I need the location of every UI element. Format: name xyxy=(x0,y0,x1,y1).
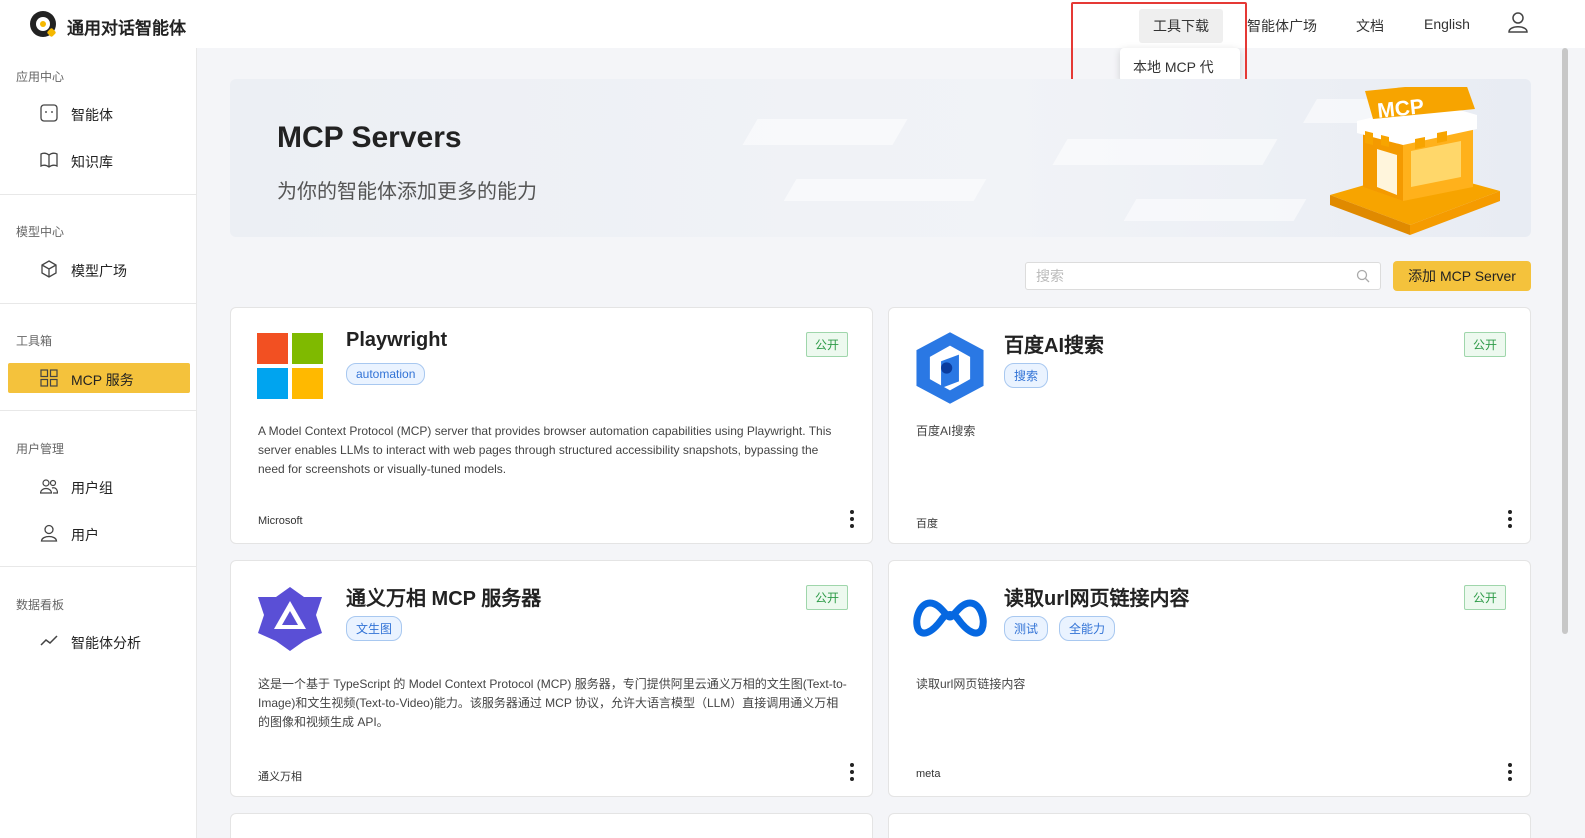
mcp-server-card[interactable]: 通义万相 MCP 服务器 文生图 公开 这是一个基于 TypeScript 的 … xyxy=(230,560,873,797)
card-description: 百度AI搜索 xyxy=(916,424,976,438)
illustration-text: MCP xyxy=(1376,95,1425,123)
nav-agent-square[interactable]: 智能体广场 xyxy=(1233,9,1331,43)
mcp-store-illustration-icon: MCP xyxy=(1330,87,1500,235)
visibility-badge: 公开 xyxy=(1463,332,1506,357)
card-owner: meta xyxy=(916,768,941,780)
mcp-server-card[interactable]: 百度AI搜索 搜索 公开 百度AI搜索 百度 xyxy=(888,307,1531,544)
top-header: 通用对话智能体 工具下载 智能体广场 文档 English xyxy=(0,0,1585,48)
sidebar-item-label: MCP 服务 xyxy=(71,372,134,388)
sidebar-divider xyxy=(0,566,197,567)
nav-docs[interactable]: 文档 xyxy=(1342,9,1398,43)
sidebar-item-label: 用户 xyxy=(71,527,99,543)
sidebar: 应用中心 智能体 知识库 模型中心 模型广场 工具箱 MCP 服务 用户管理 用… xyxy=(0,48,197,838)
users-icon xyxy=(40,479,58,494)
grid-icon xyxy=(40,369,58,387)
banner-decoration xyxy=(1123,199,1307,221)
sidebar-divider xyxy=(0,194,197,195)
banner-decoration xyxy=(783,179,987,201)
card-owner: Microsoft xyxy=(258,515,303,527)
visibility-badge: 公开 xyxy=(805,585,848,610)
card-title: 百度AI搜索 xyxy=(1004,335,1104,357)
sidebar-item-label: 智能体分析 xyxy=(71,635,141,651)
user-icon xyxy=(40,524,58,542)
more-options-icon[interactable] xyxy=(844,762,860,782)
banner-decoration xyxy=(1052,139,1278,165)
scrollbar[interactable] xyxy=(1562,48,1568,634)
sidebar-item-label: 智能体 xyxy=(71,107,113,123)
banner-subtitle: 为你的智能体添加更多的能力 xyxy=(277,181,537,203)
card-tag: 全能力 xyxy=(1059,616,1116,641)
sidebar-item-label: 知识库 xyxy=(71,154,113,170)
section-title-data-dashboard: 数据看板 xyxy=(16,598,65,612)
section-title-model-center: 模型中心 xyxy=(16,225,65,239)
section-title-user-management: 用户管理 xyxy=(16,442,65,456)
card-title: 通义万相 MCP 服务器 xyxy=(346,588,542,610)
mcp-server-card[interactable] xyxy=(888,813,1531,838)
card-title: 读取url网页链接内容 xyxy=(1004,588,1190,610)
mcp-server-card[interactable]: 读取url网页链接内容 测试 全能力 公开 读取url网页链接内容 meta xyxy=(888,560,1531,797)
sidebar-divider xyxy=(0,410,197,411)
sidebar-item-model-square[interactable]: 模型广场 xyxy=(8,254,190,284)
mcp-server-card[interactable]: Playwright automation 公开 A Model Context… xyxy=(230,307,873,544)
card-tag: 搜索 xyxy=(1004,363,1049,388)
sidebar-divider xyxy=(0,303,197,304)
sidebar-item-mcp-service[interactable]: MCP 服务 xyxy=(8,363,190,393)
add-mcp-server-button[interactable]: 添加 MCP Server xyxy=(1393,261,1531,291)
sidebar-item-knowledge-base[interactable]: 知识库 xyxy=(8,145,190,175)
tongyi-logo-icon xyxy=(258,587,322,651)
more-options-icon[interactable] xyxy=(1502,509,1518,529)
card-description: 读取url网页链接内容 xyxy=(916,677,1026,691)
search-box[interactable] xyxy=(1025,262,1381,290)
visibility-badge: 公开 xyxy=(1463,585,1506,610)
banner-title: MCP Servers xyxy=(277,121,462,154)
meta-logo-icon xyxy=(913,599,987,637)
card-tag: automation xyxy=(346,363,426,385)
sidebar-item-users[interactable]: 用户 xyxy=(8,518,190,548)
nav-language[interactable]: English xyxy=(1410,9,1484,39)
mcp-server-card[interactable] xyxy=(230,813,873,838)
hero-banner: MCP Servers 为你的智能体添加更多的能力 MCP xyxy=(230,79,1531,237)
card-owner: 通义万相 xyxy=(258,771,302,783)
visibility-badge: 公开 xyxy=(805,332,848,357)
sidebar-item-agent-analytics[interactable]: 智能体分析 xyxy=(8,626,190,656)
search-input[interactable] xyxy=(1026,263,1326,289)
sidebar-item-label: 模型广场 xyxy=(71,263,127,279)
book-icon xyxy=(40,152,58,168)
more-options-icon[interactable] xyxy=(1502,762,1518,782)
sidebar-item-user-groups[interactable]: 用户组 xyxy=(8,471,190,501)
agent-icon xyxy=(40,104,58,122)
banner-decoration xyxy=(742,119,908,145)
card-description: A Model Context Protocol (MCP) server th… xyxy=(258,424,832,476)
card-tag: 测试 xyxy=(1004,616,1049,641)
section-title-toolbox: 工具箱 xyxy=(16,334,53,348)
sidebar-item-agents[interactable]: 智能体 xyxy=(8,98,190,128)
chart-line-icon xyxy=(40,635,58,646)
cube-icon xyxy=(41,260,57,278)
microsoft-logo-icon xyxy=(257,333,323,399)
section-title-app-center: 应用中心 xyxy=(16,70,65,84)
sidebar-item-label: 用户组 xyxy=(71,480,113,496)
search-icon[interactable] xyxy=(1356,269,1370,283)
card-description: 这是一个基于 TypeScript 的 Model Context Protoc… xyxy=(258,677,847,729)
app-title: 通用对话智能体 xyxy=(67,19,186,38)
card-title: Playwright xyxy=(346,329,448,351)
card-owner: 百度 xyxy=(916,518,938,530)
more-options-icon[interactable] xyxy=(844,509,860,529)
card-tag: 文生图 xyxy=(346,616,403,641)
app-logo-icon xyxy=(30,11,57,38)
baidu-search-logo-icon xyxy=(916,332,984,404)
user-icon[interactable] xyxy=(1508,11,1528,33)
